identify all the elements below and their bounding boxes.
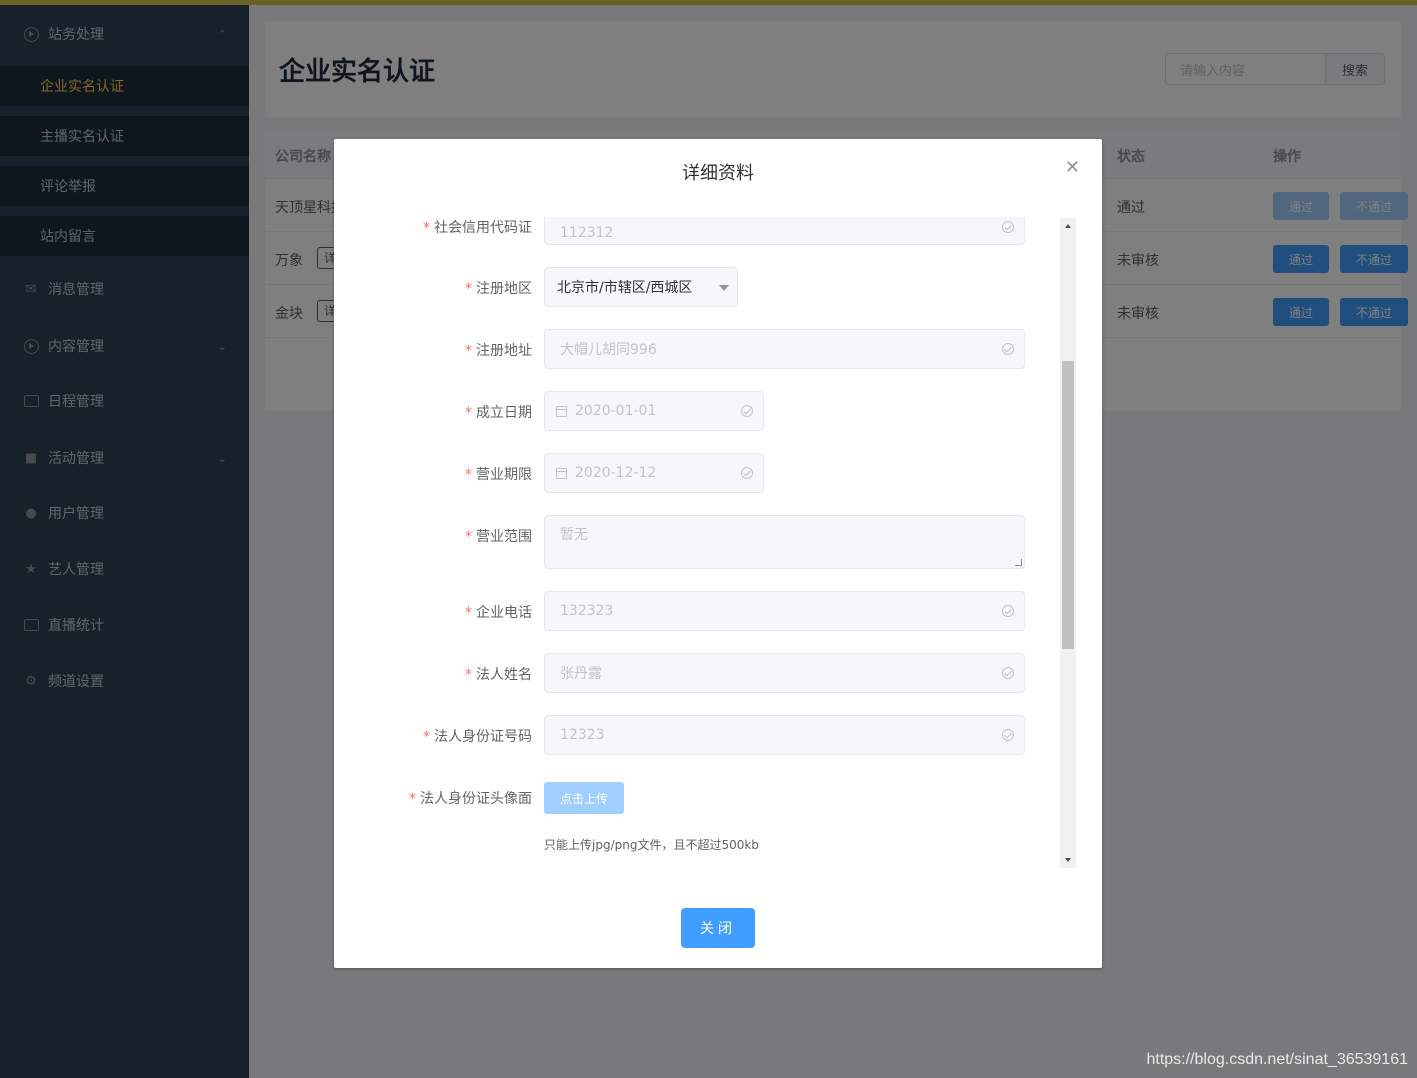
check-circle-icon — [1002, 221, 1014, 233]
detail-dialog: 详细资料 ✕ * 社会信用代码证 112312 * 注册地区 北京市/市辖区/西城区… — [334, 139, 1102, 968]
legal-id-label: * 法人身份证号码 — [423, 729, 532, 745]
credit-code-field[interactable]: 112312 — [544, 217, 1025, 245]
scrollbar-thumb[interactable] — [1062, 361, 1074, 649]
watermark: https://blog.csdn.net/sinat_36539161 — [1146, 1051, 1408, 1068]
scroll-down-arrow-icon[interactable] — [1065, 858, 1071, 862]
calendar-icon — [556, 405, 567, 417]
address-field[interactable]: 大帽儿胡同996 — [544, 329, 1025, 369]
phone-label: * 企业电话 — [465, 605, 532, 621]
resize-handle-icon[interactable] — [1015, 559, 1022, 566]
close-button[interactable]: 关闭 — [681, 908, 755, 948]
founded-label: * 成立日期 — [465, 405, 532, 421]
legal-id-field[interactable]: 12323 — [544, 715, 1025, 755]
address-label: * 注册地址 — [465, 343, 532, 359]
dialog-form: * 社会信用代码证 112312 * 注册地区 北京市/市辖区/西城区 * 注册地址 … — [334, 217, 1076, 869]
founded-date-picker[interactable]: 2020-01-01 — [544, 391, 764, 431]
upload-button[interactable]: 点击上传 — [544, 782, 624, 814]
close-icon[interactable]: ✕ — [1065, 157, 1080, 178]
check-circle-icon — [1002, 605, 1014, 617]
legal-name-label: * 法人姓名 — [465, 667, 532, 683]
region-label: * 注册地区 — [465, 281, 532, 297]
dropdown-arrow-icon — [719, 285, 729, 291]
check-circle-icon — [1002, 729, 1014, 741]
term-label: * 营业期限 — [465, 467, 532, 483]
scroll-up-arrow-icon[interactable] — [1065, 224, 1071, 228]
region-select[interactable]: 北京市/市辖区/西城区 — [544, 267, 738, 307]
credit-code-label: * 社会信用代码证 — [423, 220, 532, 236]
calendar-icon — [556, 467, 567, 479]
dialog-title: 详细资料 — [682, 163, 754, 184]
id-photo-label: * 法人身份证头像面 — [409, 791, 532, 807]
check-circle-icon — [741, 405, 753, 417]
check-circle-icon — [1002, 343, 1014, 355]
scope-textarea[interactable]: 暂无 — [544, 515, 1025, 569]
scope-label: * 营业范围 — [465, 529, 532, 545]
upload-tip: 只能上传jpg/png文件，且不超过500kb — [544, 838, 759, 852]
check-circle-icon — [741, 467, 753, 479]
term-date-picker[interactable]: 2020-12-12 — [544, 453, 764, 493]
dialog-scrollbar[interactable] — [1060, 218, 1076, 868]
legal-name-field[interactable]: 张丹露 — [544, 653, 1025, 693]
phone-field[interactable]: 132323 — [544, 591, 1025, 631]
check-circle-icon — [1002, 667, 1014, 679]
